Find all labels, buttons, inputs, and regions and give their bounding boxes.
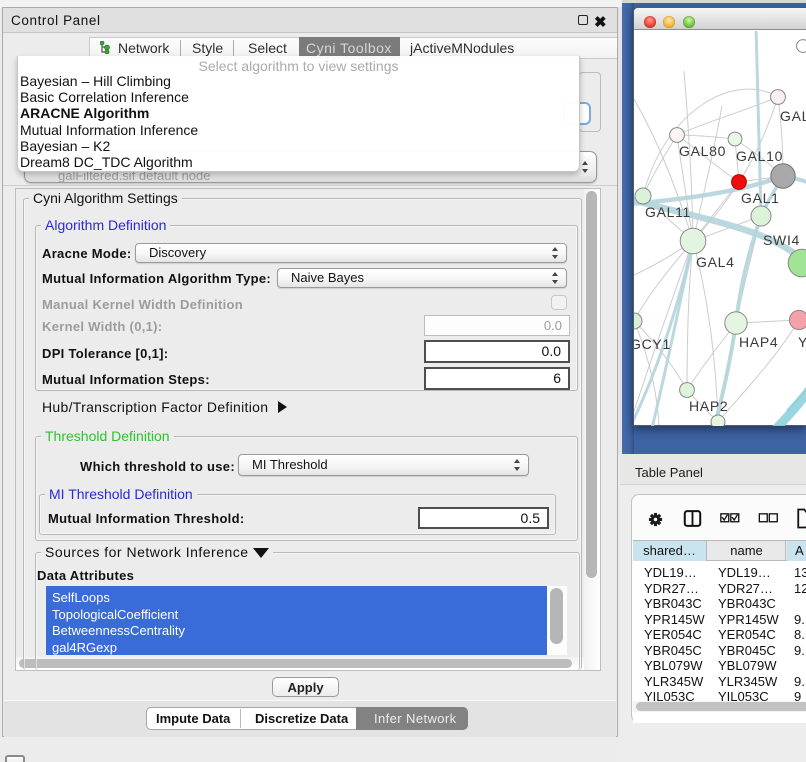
svg-text:HAP4: HAP4	[739, 334, 778, 350]
svg-text:GAL4: GAL4	[696, 254, 735, 270]
svg-text:GAL11: GAL11	[645, 204, 691, 220]
svg-text:HAP2: HAP2	[689, 398, 728, 414]
svg-text:SWI4: SWI4	[763, 232, 800, 248]
svg-text:GAL80: GAL80	[679, 143, 726, 159]
svg-text:GAL10: GAL10	[736, 148, 783, 164]
svg-text:GCY1: GCY1	[634, 336, 671, 352]
svg-text:Y: Y	[798, 334, 806, 350]
svg-text:GAL: GAL	[780, 108, 806, 124]
svg-text:GAL1: GAL1	[741, 190, 780, 206]
